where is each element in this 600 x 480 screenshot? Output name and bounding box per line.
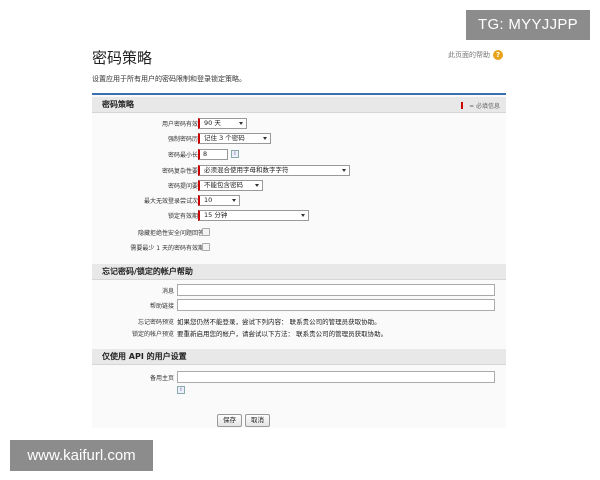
min-length-value: 8 <box>203 150 208 158</box>
hide-answers-label: 隐藏拒绝性安全问题回答 <box>137 230 204 237</box>
chevron-down-icon <box>301 214 305 217</box>
row-complexity: 密码复杂性要求 必须混合使用字母和数字字符 <box>92 165 506 177</box>
hide-answers-checkbox[interactable] <box>202 228 210 236</box>
required-indicator <box>461 102 464 109</box>
min-length-input[interactable]: 8 <box>198 149 228 160</box>
watermark-top: TG: MYYJJPP <box>466 10 590 40</box>
forgot-preview-text: 如果您仍然不能登录，尝试下列内容： 联系贵公司的管理员获取协助。 <box>177 318 381 326</box>
info-icon[interactable]: i <box>177 386 185 394</box>
section-title: 密码策略 <box>102 100 134 109</box>
help-link-label: 此页面的帮助 <box>448 51 490 59</box>
section-title: 忘记密码/锁定的帐户帮助 <box>102 267 193 276</box>
watermark-bottom: www.kaifurl.com <box>10 440 153 471</box>
section-header-forgot-password: 忘记密码/锁定的帐户帮助 <box>92 264 506 280</box>
save-button[interactable]: 保存 <box>217 414 242 427</box>
row-hide-answers: 隐藏拒绝性安全问题回答 <box>92 227 506 239</box>
help-icon[interactable]: ? <box>493 50 503 60</box>
complexity-value: 必须混合使用字母和数字字符 <box>204 166 289 174</box>
message-input[interactable] <box>177 284 495 296</box>
section-header-password-policy: 密码策略 = 必填信息 <box>92 97 506 113</box>
required-note-text: = 必填信息 <box>469 103 500 110</box>
complexity-select[interactable]: 必须混合使用字母和数字字符 <box>198 165 350 176</box>
max-attempts-label: 最大无效登录尝试次数 <box>143 198 204 205</box>
row-min-length: 密码最小长度 8 i <box>92 149 506 161</box>
password-history-select[interactable]: 记住 3 个密码 <box>198 133 271 144</box>
max-attempts-select[interactable]: 10 <box>198 195 240 206</box>
chevron-down-icon <box>263 137 267 140</box>
page-title: 密码策略 <box>92 49 153 67</box>
help-link[interactable]: 此页面的帮助 ? <box>448 50 503 60</box>
row-question-requirement: 密码提问要求 不能包含密码 <box>92 180 506 192</box>
required-note: = 必填信息 <box>461 101 500 110</box>
section-title: 仅使用 API 的用户设置 <box>102 352 187 361</box>
question-requirement-select[interactable]: 不能包含密码 <box>198 180 263 191</box>
password-expiry-select[interactable]: 90 天 <box>198 118 247 129</box>
forgot-preview-label: 忘记密码预览 <box>137 319 174 326</box>
row-lockout-period: 锁定有效期间 15 分钟 <box>92 210 506 222</box>
alt-home-input[interactable] <box>177 371 495 383</box>
policy-panel: 密码策略 = 必填信息 用户密码有效期 90 天 强制密码历史 记住 3 个密码… <box>92 93 506 428</box>
max-attempts-value: 10 <box>204 196 213 204</box>
page-description: 设置应用于所有用户的密码限制和登录锁定策略。 <box>92 75 246 83</box>
locked-preview-text: 要重新启用您的帐户，请尝试以下方法： 联系贵公司的管理员获取协助。 <box>177 330 388 338</box>
min-lifetime-label: 需要最少 1 天的密码有效期 <box>130 245 204 252</box>
section-header-api-only: 仅使用 API 的用户设置 <box>92 349 506 365</box>
info-icon[interactable]: i <box>231 150 239 158</box>
chevron-down-icon <box>232 199 236 202</box>
row-password-history: 强制密码历史 记住 3 个密码 <box>92 133 506 145</box>
alt-home-label: 备用主页 <box>149 375 174 382</box>
message-label: 消息 <box>161 288 174 295</box>
password-history-value: 记住 3 个密码 <box>204 134 245 142</box>
question-requirement-value: 不能包含密码 <box>204 181 243 189</box>
min-lifetime-checkbox[interactable] <box>202 243 210 251</box>
row-min-lifetime: 需要最少 1 天的密码有效期 <box>92 242 506 254</box>
lockout-period-select[interactable]: 15 分钟 <box>198 210 309 221</box>
password-expiry-value: 90 天 <box>204 119 221 127</box>
row-max-attempts: 最大无效登录尝试次数 10 <box>92 195 506 207</box>
chevron-down-icon <box>255 184 259 187</box>
chevron-down-icon <box>342 169 346 172</box>
locked-preview-label: 锁定的帐户预览 <box>131 331 174 338</box>
cancel-button[interactable]: 取消 <box>245 414 270 427</box>
help-link-input[interactable] <box>177 299 495 311</box>
lockout-period-value: 15 分钟 <box>204 211 228 219</box>
help-link-field-label: 帮助链接 <box>149 303 174 310</box>
chevron-down-icon <box>239 122 243 125</box>
row-password-expiry: 用户密码有效期 90 天 <box>92 118 506 130</box>
